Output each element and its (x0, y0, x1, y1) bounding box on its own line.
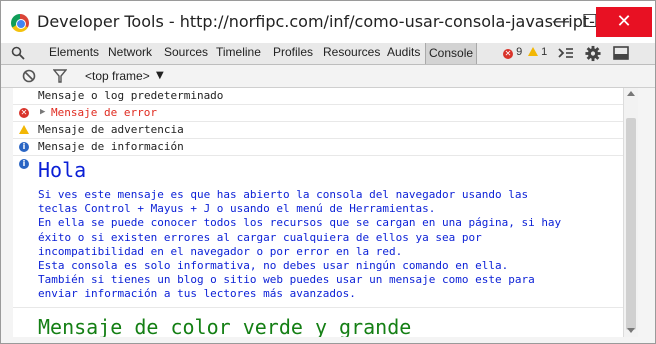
gear-icon[interactable] (584, 45, 602, 62)
filter-icon[interactable] (53, 69, 67, 83)
expand-arrow-icon[interactable]: ▶ (40, 107, 45, 117)
minimize-button[interactable]: — (548, 7, 574, 37)
warning-count: 1 (541, 46, 548, 58)
console-message-warning: Mensaje de advertencia (13, 122, 623, 139)
error-count: 9 (516, 46, 523, 58)
scroll-down-icon[interactable] (627, 328, 635, 333)
console-output: Mensaje o log predeterminado ✕ ▶ Mensaje… (13, 88, 623, 337)
console-scrollbar[interactable] (623, 88, 638, 337)
console-drawer-icon[interactable] (557, 45, 575, 61)
console-message-green: Mensaje de color verde y grande (13, 308, 623, 337)
message-text: Mensaje o log predeterminado (38, 89, 224, 102)
close-button[interactable]: ✕ (596, 7, 652, 37)
tab-elements[interactable]: Elements (49, 45, 99, 59)
tab-console[interactable]: Console (425, 43, 478, 64)
info-icon: i (19, 142, 29, 152)
console-filter-bar: <top frame> ▼ (1, 65, 655, 88)
tab-profiles[interactable]: Profiles (273, 45, 313, 59)
styled-paragraph: Si ves este mensaje es que has abierto l… (38, 188, 562, 301)
message-text: Mensaje de error (51, 106, 157, 119)
tab-timeline[interactable]: Timeline (216, 45, 261, 59)
chrome-logo-icon (11, 14, 29, 32)
error-icon: ✕ (19, 108, 29, 118)
search-icon[interactable] (11, 46, 25, 60)
devtools-toolbar: Elements Network Sources Timeline Profil… (1, 43, 655, 65)
title-bar: Developer Tools - http://norfipc.com/inf… (1, 1, 655, 43)
chevron-down-icon[interactable]: ▼ (156, 70, 164, 81)
scroll-up-icon[interactable] (627, 91, 635, 96)
message-text: Mensaje de información (38, 140, 184, 153)
green-message: Mensaje de color verde y grande (38, 315, 412, 337)
devtools-window: Developer Tools - http://norfipc.com/inf… (0, 0, 656, 344)
message-text: Mensaje de advertencia (38, 123, 184, 136)
warning-counter[interactable]: 1 (528, 46, 547, 58)
frame-selector[interactable]: <top frame> (85, 69, 150, 83)
console-message-error: ✕ ▶ Mensaje de error (13, 105, 623, 122)
error-counter[interactable]: ✕ 9 (503, 46, 522, 59)
warning-icon (528, 47, 538, 56)
console-message-styled: i Hola Si ves este mensaje es que has ab… (13, 156, 623, 308)
tab-network[interactable]: Network (108, 45, 152, 59)
clear-icon[interactable] (22, 69, 36, 83)
window-title: Developer Tools - http://norfipc.com/inf… (37, 12, 631, 31)
tab-audits[interactable]: Audits (387, 45, 420, 59)
info-icon: i (19, 159, 29, 169)
tab-resources[interactable]: Resources (323, 45, 380, 59)
error-icon: ✕ (503, 49, 513, 59)
scrollbar-thumb[interactable] (626, 118, 636, 330)
warning-icon (19, 125, 29, 134)
console-message-log: Mensaje o log predeterminado (13, 88, 623, 105)
dock-icon[interactable] (612, 45, 630, 61)
console-message-info: i Mensaje de información (13, 139, 623, 156)
tab-sources[interactable]: Sources (164, 45, 208, 59)
styled-heading: Hola (38, 158, 87, 182)
